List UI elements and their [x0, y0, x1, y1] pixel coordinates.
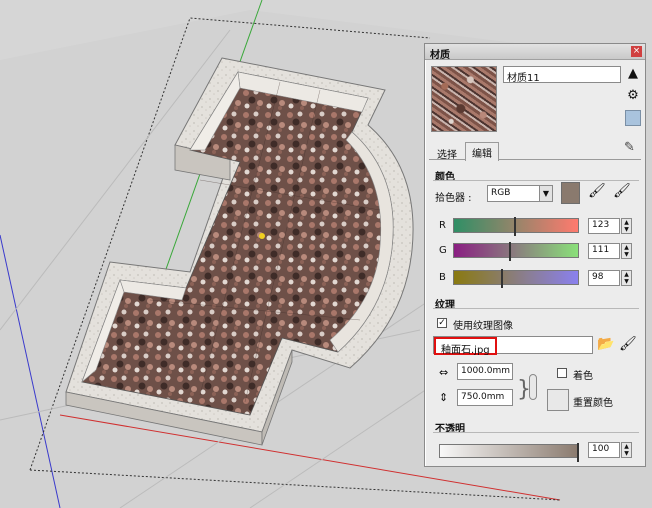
use-texture-label: 使用纹理图像 — [453, 321, 513, 332]
divider — [433, 308, 639, 309]
channel-b-spinner[interactable]: ▲ ▼ — [621, 270, 632, 286]
reset-color-label[interactable]: 重置颜色 — [573, 394, 613, 409]
texture-height-field[interactable]: 750.0mm — [457, 389, 513, 406]
height-arrow-icon: ⇕ — [439, 391, 449, 404]
texture-file-field[interactable]: 釉面石.jpg — [433, 336, 593, 356]
use-texture-checkbox[interactable]: ✓ — [437, 318, 447, 328]
materials-panel: 材质 × 材质11 ▲ ⚙ 选择 编辑 ✎ 颜色 拾色器 : RGB ▼ 🖌 🖌… — [424, 43, 646, 467]
lock-aspect-icon[interactable] — [529, 374, 537, 400]
slider-thumb[interactable] — [508, 242, 511, 261]
color-picker-select[interactable]: RGB ▼ — [487, 185, 553, 202]
channel-r-value[interactable]: 123 — [588, 218, 620, 234]
texture-width-field[interactable]: 1000.0mm — [457, 363, 513, 380]
opacity-spinner[interactable]: ▲ ▼ — [621, 442, 632, 458]
display-secondary-icon[interactable] — [625, 110, 641, 126]
match-color-icon[interactable]: 🖌 — [588, 183, 606, 199]
color-picker-label: 拾色器 : — [435, 193, 472, 204]
browse-folder-icon[interactable]: 📂 — [597, 336, 614, 352]
edit-texture-icon[interactable]: 🖌 — [619, 336, 637, 352]
channel-r-spinner[interactable]: ▲ ▼ — [621, 218, 632, 234]
panel-title: 材质 — [430, 50, 450, 61]
close-icon[interactable]: × — [631, 46, 642, 57]
slider-thumb[interactable] — [501, 269, 504, 288]
channel-g-value[interactable]: 111 — [588, 243, 620, 259]
colorize-label: 着色 — [573, 371, 593, 382]
chevron-down-icon: ▼ — [539, 186, 552, 201]
divider — [433, 180, 639, 181]
slider-thumb[interactable] — [513, 217, 516, 236]
opacity-value[interactable]: 100 — [588, 442, 620, 458]
channel-g-slider[interactable] — [453, 242, 579, 261]
channel-b-slider[interactable] — [453, 269, 579, 288]
channel-b-value[interactable]: 98 — [588, 270, 620, 286]
material-preview — [431, 66, 497, 132]
panel-titlebar[interactable]: 材质 × — [425, 44, 645, 61]
reset-color-button[interactable] — [547, 389, 569, 411]
tab-edit[interactable]: 编辑 — [465, 142, 499, 161]
tab-select[interactable]: 选择 — [431, 144, 463, 161]
sample-color-icon[interactable]: 🖌 — [613, 183, 631, 199]
channel-g-spinner[interactable]: ▲ ▼ — [621, 243, 632, 259]
channel-b-label: B — [439, 272, 446, 283]
opacity-slider[interactable] — [439, 443, 579, 462]
channel-r-slider[interactable] — [453, 217, 579, 236]
channel-g-label: G — [439, 245, 447, 256]
color-picker-value: RGB — [491, 188, 511, 198]
color-swatch[interactable] — [561, 182, 580, 204]
divider — [433, 432, 639, 433]
slider-thumb[interactable] — [577, 443, 579, 462]
create-material-icon[interactable]: ▲ — [625, 66, 641, 82]
tab-bar: 选择 编辑 — [429, 142, 641, 161]
width-arrow-icon: ⇔ — [439, 366, 449, 379]
eyedropper-icon[interactable]: ✎ — [624, 140, 635, 155]
colorize-checkbox[interactable] — [557, 368, 567, 378]
paint-bucket-icon[interactable]: ⚙ — [625, 88, 641, 104]
texture-file-name: 釉面石.jpg — [434, 337, 497, 356]
material-name-field[interactable]: 材质11 — [503, 66, 621, 84]
channel-r-label: R — [439, 220, 446, 231]
